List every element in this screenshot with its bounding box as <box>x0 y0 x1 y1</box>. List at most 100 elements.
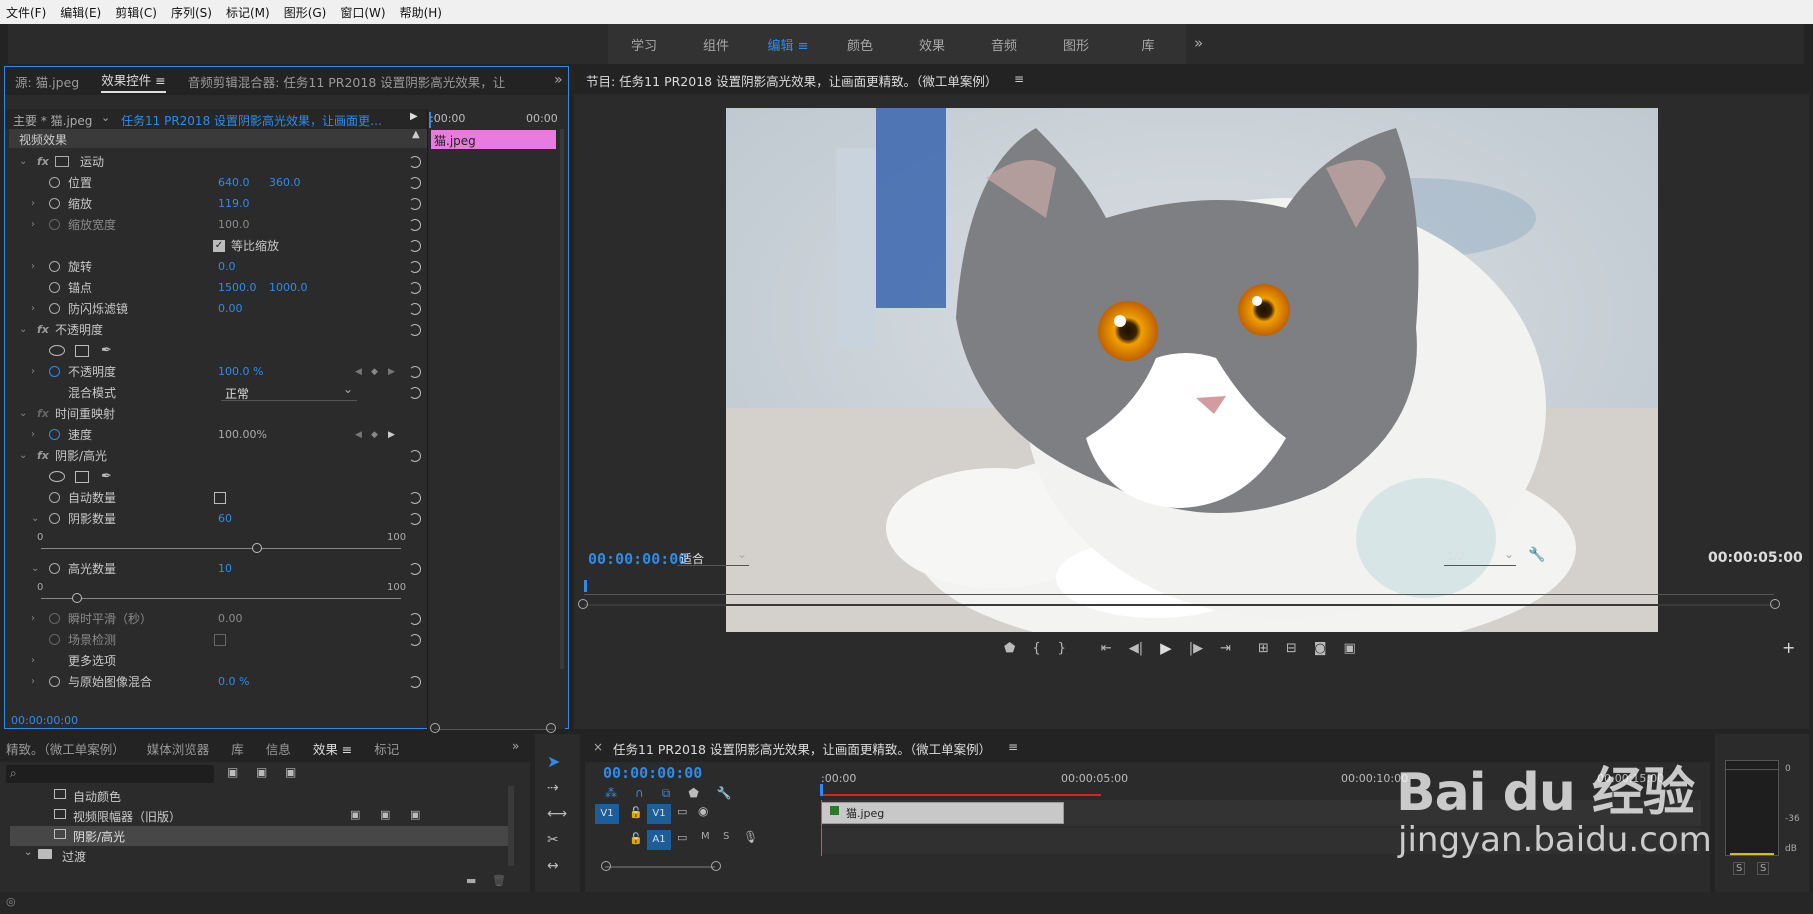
ws-libraries[interactable]: 库 <box>1112 35 1184 54</box>
stopwatch-icon[interactable] <box>49 429 60 440</box>
extract-icon[interactable]: ⊟ <box>1286 641 1297 656</box>
reset-icon[interactable] <box>409 260 421 273</box>
eye-icon[interactable]: ◉ <box>698 804 708 818</box>
reset-icon[interactable] <box>409 449 421 462</box>
camera-icon[interactable]: ◙ <box>1314 641 1327 656</box>
panel-overflow-icon[interactable]: » <box>554 72 563 88</box>
timeline-zoom-handle-left[interactable] <box>601 861 611 871</box>
reset-icon[interactable] <box>409 512 421 525</box>
tab-audio-mixer[interactable]: 音频剪辑混合器: 任务11 PR2018 设置阴影高光效果，让 <box>188 72 506 91</box>
twirl-right-icon[interactable]: › <box>31 655 35 666</box>
twirl-right-icon[interactable]: › <box>31 219 35 230</box>
mini-clip[interactable]: 猫.jpeg <box>431 130 556 149</box>
menu-graphics[interactable]: 图形(G) <box>284 4 327 21</box>
pen-mask-icon[interactable]: ✒ <box>101 469 112 484</box>
ws-audio[interactable]: 音频 <box>968 35 1040 54</box>
slip-tool-icon[interactable]: ↔ <box>547 858 559 874</box>
twirl-down-icon[interactable]: ⌄ <box>19 156 27 167</box>
source-patch-v1[interactable]: V1 <box>595 804 619 824</box>
pen-mask-icon[interactable]: ✒ <box>101 343 112 358</box>
stopwatch-icon[interactable] <box>49 303 60 314</box>
reset-icon[interactable] <box>409 562 421 575</box>
twirl-down-icon[interactable]: ⌄ <box>24 847 32 858</box>
position-y[interactable]: 360.0 <box>269 176 301 189</box>
effects-scrollbar[interactable] <box>508 786 514 866</box>
scale-value[interactable]: 119.0 <box>218 197 250 210</box>
wrench-icon[interactable]: 🔧 <box>1528 547 1545 563</box>
zoom-handle-right[interactable] <box>1770 599 1780 609</box>
accelerated-effects-icon[interactable]: ▣ <box>227 765 238 779</box>
ellipse-mask-icon[interactable] <box>49 471 65 482</box>
tab-media-browser[interactable]: 媒体浏览器 <box>147 739 210 758</box>
program-title[interactable]: 节目: 任务11 PR2018 设置阴影高光效果，让画面更精致。（微工单案例） <box>586 71 997 90</box>
resolution-select[interactable]: 1/2 ⌄ <box>1444 547 1516 566</box>
add-keyframe-icon[interactable]: ◆ <box>371 430 378 440</box>
stopwatch-icon[interactable] <box>49 492 60 503</box>
effect-item-shadow-highlight[interactable]: 阴影/高光 <box>10 826 508 846</box>
effect-item-auto-color[interactable]: 自动颜色 <box>10 786 510 806</box>
mini-scroll-handle-right[interactable] <box>546 723 556 733</box>
play-triangle-icon[interactable]: ▶ <box>410 111 418 122</box>
rectangle-mask-icon[interactable] <box>75 470 89 483</box>
program-timecode[interactable]: 00:00:00:00 <box>588 550 687 568</box>
solo-button[interactable]: S <box>723 831 729 842</box>
twirl-down-icon[interactable]: ⌄ <box>31 513 39 524</box>
reset-icon[interactable] <box>409 281 421 294</box>
lift-icon[interactable]: ⊞ <box>1258 641 1269 656</box>
track-v1[interactable]: V1 <box>647 804 671 824</box>
blend-original-value[interactable]: 0.0 % <box>218 675 249 688</box>
tab-source[interactable]: 源: 猫.jpeg <box>15 72 79 91</box>
highlight-amount-track[interactable] <box>41 598 401 599</box>
ec-master-clip[interactable]: 主要 * 猫.jpeg <box>13 112 92 129</box>
menu-edit[interactable]: 编辑(E) <box>60 4 101 21</box>
hamburger-icon[interactable]: ≡ <box>798 39 809 54</box>
menu-markers[interactable]: 标记(M) <box>226 4 270 21</box>
sync-lock-icon[interactable]: ▭ <box>677 805 687 818</box>
step-forward-icon[interactable]: |▶ <box>1189 641 1203 656</box>
shadow-amount-track[interactable] <box>41 548 401 549</box>
twirl-down-icon[interactable]: ⌄ <box>19 408 27 419</box>
program-video-frame[interactable] <box>726 108 1658 632</box>
stopwatch-icon[interactable] <box>49 261 60 272</box>
effect-time-remap[interactable]: ⌄ fx 时间重映射 <box>5 403 427 424</box>
reset-icon[interactable] <box>409 386 421 399</box>
stopwatch-icon[interactable] <box>49 676 60 687</box>
reset-icon[interactable] <box>409 365 421 378</box>
twirl-right-icon[interactable]: › <box>31 198 35 209</box>
next-keyframe-icon[interactable]: ▶ <box>388 367 395 377</box>
fx-icon[interactable]: fx <box>37 323 49 336</box>
tab-project[interactable]: 精致。（微工单案例） <box>6 739 125 758</box>
prev-keyframe-icon[interactable]: ◀ <box>355 430 362 440</box>
position-x[interactable]: 640.0 <box>218 176 250 189</box>
opacity-value[interactable]: 100.0 % <box>218 365 263 378</box>
twirl-right-icon[interactable]: › <box>31 261 35 272</box>
effects-search-input[interactable]: ⌕ <box>6 765 214 783</box>
ws-effects[interactable]: 效果 <box>896 35 968 54</box>
prev-keyframe-icon[interactable]: ◀ <box>355 367 362 377</box>
mini-playhead[interactable] <box>429 112 431 128</box>
selection-tool-icon[interactable]: ➤ <box>547 752 560 771</box>
tab-libraries[interactable]: 库 <box>231 739 244 758</box>
next-keyframe-icon[interactable]: ▶ <box>388 430 395 440</box>
menu-help[interactable]: 帮助(H) <box>400 4 442 21</box>
step-back-icon[interactable]: ◀| <box>1129 641 1143 656</box>
play-icon[interactable]: ▶ <box>1160 639 1172 657</box>
ws-overflow-button[interactable]: » <box>1194 34 1203 52</box>
timeline-playhead[interactable] <box>820 784 823 796</box>
uniform-scale-checkbox[interactable]: ✓ <box>213 239 225 252</box>
ec-sequence-clip[interactable]: 任务11 PR2018 设置阴影高光效果，让画面更… <box>121 112 382 129</box>
twirl-right-icon[interactable]: › <box>31 303 35 314</box>
twirl-right-icon[interactable]: › <box>31 429 35 440</box>
zoom-handle-left[interactable] <box>578 599 588 609</box>
track-select-tool-icon[interactable]: ⇢ <box>547 780 559 796</box>
ws-color[interactable]: 颜色 <box>824 35 896 54</box>
stopwatch-icon[interactable] <box>49 198 60 209</box>
twirl-right-icon[interactable]: › <box>31 613 35 624</box>
blend-mode-select[interactable]: 正常 ⌄ <box>221 382 357 401</box>
reset-icon[interactable] <box>409 323 421 336</box>
twirl-right-icon[interactable]: › <box>31 366 35 377</box>
reset-icon[interactable] <box>409 218 421 231</box>
menu-window[interactable]: 窗口(W) <box>340 4 385 21</box>
add-marker-icon[interactable]: ⬟ <box>1004 641 1015 656</box>
status-icon[interactable]: ◎ <box>6 895 16 908</box>
